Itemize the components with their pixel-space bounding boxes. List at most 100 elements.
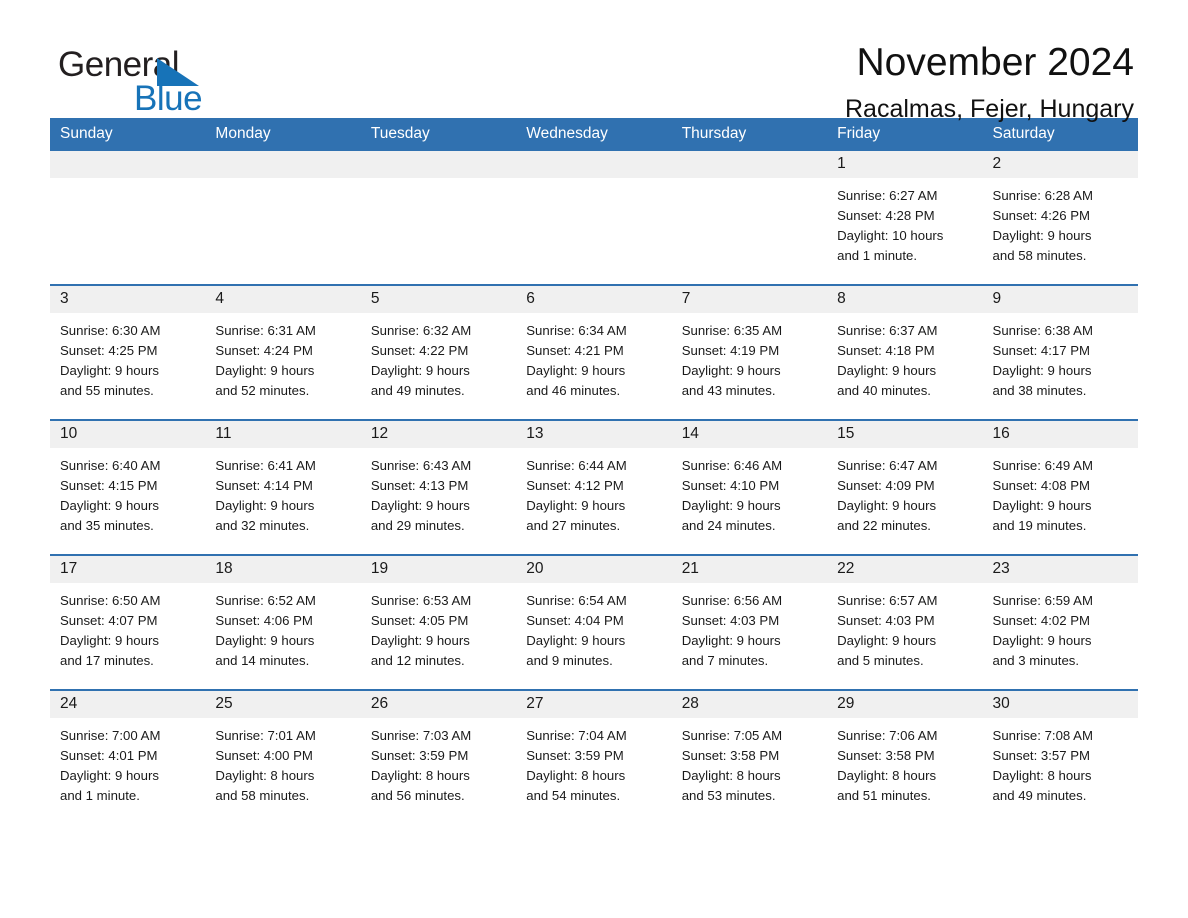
day-detail-line: Sunset: 4:01 PM: [60, 748, 158, 763]
day-detail-line: and 53 minutes.: [681, 788, 776, 803]
day-detail-line: Daylight: 9 hours: [60, 768, 159, 783]
day-details: Sunrise: 6:38 AM Sunset: 4:17 PM Daylight:…: [983, 313, 1138, 401]
day-number: 28: [671, 691, 828, 718]
day-cell-4[interactable]: 4 Sunrise: 6:31 AM Sunset: 4:24 PM Daylight…: [205, 284, 361, 420]
day-detail-line: Sunset: 4:24 PM: [215, 343, 313, 358]
day-cell-2[interactable]: 2 Sunrise: 6:28 AM Sunset: 4:26 PM Daylight…: [982, 151, 1138, 285]
day-number: 16: [982, 421, 1138, 448]
day-details: Sunrise: 7:08 AM Sunset: 3:57 PM Daylight:…: [983, 718, 1138, 806]
day-number: [360, 151, 517, 178]
day-detail-line: and 17 minutes.: [60, 653, 154, 668]
day-details: Sunrise: 6:44 AM Sunset: 4:12 PM Daylight:…: [516, 448, 671, 536]
day-cell-25[interactable]: 25 Sunrise: 7:01 AM Sunset: 4:00 PM Dayligh…: [205, 689, 361, 824]
day-cell-6[interactable]: 6 Sunrise: 6:34 AM Sunset: 4:21 PM Daylight…: [516, 284, 672, 420]
day-cell-23[interactable]: 23 Sunrise: 6:59 AM Sunset: 4:02 PM Dayligh…: [982, 554, 1138, 690]
day-detail-line: Sunset: 4:06 PM: [215, 613, 313, 628]
day-detail-line: Sunset: 4:17 PM: [992, 343, 1091, 358]
calendar-week-row: 17 Sunrise: 6:50 AM Sunset: 4:07 PM Dayligh…: [50, 554, 1138, 690]
day-number: [50, 151, 206, 178]
day-number: 1: [827, 151, 983, 178]
day-detail-line: Daylight: 9 hours: [992, 228, 1092, 243]
day-cell-3[interactable]: 3 Sunrise: 6:30 AM Sunset: 4:25 PM Daylight…: [50, 284, 206, 420]
page-header: General Blue November 2024 Racalmas, Fej…: [50, 0, 1138, 123]
day-detail-line: Sunrise: 6:59 AM: [992, 593, 1093, 608]
day-cell-20[interactable]: 20 Sunrise: 6:54 AM Sunset: 4:04 PM Dayligh…: [516, 554, 672, 690]
day-detail-line: and 24 minutes.: [681, 518, 776, 533]
day-detail-line: Daylight: 9 hours: [526, 498, 626, 513]
day-cell-19[interactable]: 19 Sunrise: 6:53 AM Sunset: 4:05 PM Dayligh…: [360, 554, 517, 690]
day-detail-line: Sunrise: 6:49 AM: [992, 458, 1093, 473]
weekday-header-monday: Monday: [205, 118, 361, 151]
calendar-week-row: 3 Sunrise: 6:30 AM Sunset: 4:25 PM Daylight…: [50, 284, 1138, 420]
day-cell-13[interactable]: 13 Sunrise: 6:44 AM Sunset: 4:12 PM Dayligh…: [516, 419, 672, 555]
day-detail-line: Daylight: 9 hours: [681, 498, 781, 513]
day-detail-line: and 56 minutes.: [370, 788, 465, 803]
day-cell-29[interactable]: 29 Sunrise: 7:06 AM Sunset: 3:58 PM Dayligh…: [827, 689, 983, 824]
day-number: 27: [516, 691, 672, 718]
day-detail-line: Sunrise: 6:32 AM: [370, 323, 472, 338]
day-number: 5: [360, 286, 517, 313]
day-cell-30[interactable]: 30 Sunrise: 7:08 AM Sunset: 3:57 PM Dayligh…: [982, 689, 1138, 824]
generalblue-logo: General Blue: [58, 45, 318, 118]
day-detail-line: Sunset: 4:18 PM: [837, 343, 935, 358]
day-cell-7[interactable]: 7 Sunrise: 6:35 AM Sunset: 4:19 PM Daylight…: [671, 284, 828, 420]
day-number: 25: [205, 691, 361, 718]
day-detail-line: Sunset: 4:04 PM: [526, 613, 624, 628]
day-cell-16[interactable]: 16 Sunrise: 6:49 AM Sunset: 4:08 PM Dayligh…: [982, 419, 1138, 555]
day-detail-line: Daylight: 9 hours: [992, 363, 1092, 378]
day-number: [671, 151, 828, 178]
day-detail-line: Sunset: 4:03 PM: [837, 613, 935, 628]
day-detail-line: Sunset: 3:58 PM: [681, 748, 780, 763]
day-number: 14: [671, 421, 828, 448]
day-detail-line: and 19 minutes.: [992, 518, 1087, 533]
day-number: 22: [827, 556, 983, 583]
day-cell-empty: [671, 151, 828, 285]
day-cell-14[interactable]: 14 Sunrise: 6:46 AM Sunset: 4:10 PM Dayligh…: [671, 419, 828, 555]
calendar-week-row: 1 Sunrise: 6:27 AM Sunset: 4:28 PM Daylight…: [50, 151, 1138, 285]
day-cell-5[interactable]: 5 Sunrise: 6:32 AM Sunset: 4:22 PM Daylight…: [360, 284, 517, 420]
day-number: 30: [982, 691, 1138, 718]
day-cell-27[interactable]: 27 Sunrise: 7:04 AM Sunset: 3:59 PM Dayligh…: [516, 689, 672, 824]
day-cell-1[interactable]: 1 Sunrise: 6:27 AM Sunset: 4:28 PM Daylight…: [827, 151, 983, 285]
day-details: Sunrise: 6:59 AM Sunset: 4:02 PM Daylight:…: [983, 583, 1138, 671]
day-cell-21[interactable]: 21 Sunrise: 6:56 AM Sunset: 4:03 PM Dayligh…: [671, 554, 828, 690]
day-detail-line: Daylight: 9 hours: [215, 498, 315, 513]
day-details: Sunrise: 7:06 AM Sunset: 3:58 PM Daylight:…: [827, 718, 982, 806]
day-detail-line: Daylight: 8 hours: [370, 768, 470, 783]
day-detail-line: and 49 minutes.: [370, 383, 465, 398]
day-details: [50, 178, 205, 186]
day-detail-line: Sunset: 4:22 PM: [370, 343, 469, 358]
day-detail-line: Sunset: 3:57 PM: [992, 748, 1091, 763]
day-cell-18[interactable]: 18 Sunrise: 6:52 AM Sunset: 4:06 PM Dayligh…: [205, 554, 361, 690]
day-detail-line: Sunset: 3:58 PM: [837, 748, 935, 763]
day-cell-9[interactable]: 9 Sunrise: 6:38 AM Sunset: 4:17 PM Daylight…: [982, 284, 1138, 420]
day-detail-line: and 58 minutes.: [215, 788, 310, 803]
day-detail-line: and 9 minutes.: [526, 653, 613, 668]
day-cell-12[interactable]: 12 Sunrise: 6:43 AM Sunset: 4:13 PM Dayligh…: [360, 419, 517, 555]
day-cell-empty: [205, 151, 361, 285]
day-detail-line: Sunrise: 6:31 AM: [215, 323, 316, 338]
day-cell-28[interactable]: 28 Sunrise: 7:05 AM Sunset: 3:58 PM Dayligh…: [671, 689, 828, 824]
day-cell-17[interactable]: 17 Sunrise: 6:50 AM Sunset: 4:07 PM Dayligh…: [50, 554, 206, 690]
day-cell-10[interactable]: 10 Sunrise: 6:40 AM Sunset: 4:15 PM Dayligh…: [50, 419, 206, 555]
day-cell-15[interactable]: 15 Sunrise: 6:47 AM Sunset: 4:09 PM Dayligh…: [827, 419, 983, 555]
day-detail-line: Sunset: 4:26 PM: [992, 208, 1091, 223]
day-detail-line: Sunset: 4:02 PM: [992, 613, 1091, 628]
day-cell-24[interactable]: 24 Sunrise: 7:00 AM Sunset: 4:01 PM Dayligh…: [50, 689, 206, 824]
calendar-week-row: 10 Sunrise: 6:40 AM Sunset: 4:15 PM Dayligh…: [50, 419, 1138, 555]
day-detail-line: Daylight: 9 hours: [370, 633, 470, 648]
day-cell-22[interactable]: 22 Sunrise: 6:57 AM Sunset: 4:03 PM Dayligh…: [827, 554, 983, 690]
calendar-body: 1 Sunrise: 6:27 AM Sunset: 4:28 PM Daylight…: [50, 151, 1138, 824]
title-block: November 2024 Racalmas, Fejer, Hungary: [845, 40, 1134, 126]
day-detail-line: Sunrise: 6:27 AM: [837, 188, 938, 203]
day-number: 26: [360, 691, 517, 718]
day-cell-8[interactable]: 8 Sunrise: 6:37 AM Sunset: 4:18 PM Daylight…: [827, 284, 983, 420]
day-detail-line: and 3 minutes.: [992, 653, 1080, 668]
day-cell-26[interactable]: 26 Sunrise: 7:03 AM Sunset: 3:59 PM Dayligh…: [360, 689, 517, 824]
day-detail-line: and 22 minutes.: [837, 518, 931, 533]
logo-text-blue: Blue: [134, 79, 203, 118]
day-details: Sunrise: 6:37 AM Sunset: 4:18 PM Daylight:…: [827, 313, 982, 401]
day-detail-line: Sunset: 4:21 PM: [526, 343, 624, 358]
day-cell-11[interactable]: 11 Sunrise: 6:41 AM Sunset: 4:14 PM Dayligh…: [205, 419, 361, 555]
day-detail-line: Sunrise: 7:08 AM: [992, 728, 1093, 743]
